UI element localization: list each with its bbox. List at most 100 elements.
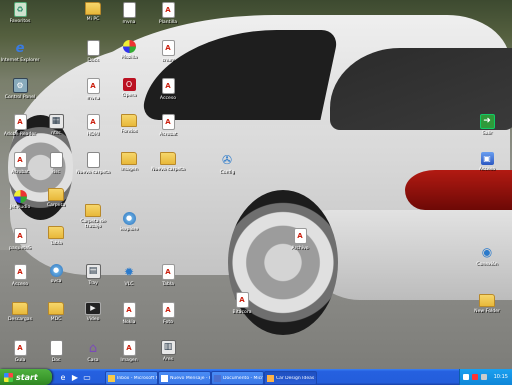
media-icon[interactable]: ▶	[70, 372, 80, 382]
globe-icon: ●	[122, 212, 136, 225]
browser-icon	[267, 374, 274, 382]
volume-icon[interactable]	[481, 374, 487, 380]
exit-arrow-icon: ➜	[479, 114, 495, 129]
desktop-icon-iexplore[interactable]: ● iexplore	[108, 212, 150, 232]
system-tray: 10:15	[459, 369, 512, 385]
desktop-icon-mvna-doc[interactable]: mvna	[108, 2, 150, 25]
recycle-icon: ♻	[13, 2, 27, 17]
pdf-icon: A	[161, 114, 175, 130]
desktop-icon-bitacora[interactable]: A Bitácora	[221, 292, 263, 315]
pdf-icon: A	[86, 78, 100, 94]
desktop-icon-mdc[interactable]: MDC	[35, 302, 77, 322]
multi-color-icon	[122, 40, 136, 53]
pdf-icon: A	[161, 78, 175, 94]
desktop-icon-tabla[interactable]: A Tabla	[147, 264, 189, 287]
desktop-icon-mozilla[interactable]: Mozilla	[108, 40, 150, 60]
desktop-icon-cnum[interactable]: Acnum	[147, 40, 189, 63]
pdf-icon: A	[13, 114, 27, 130]
desktop-icon-opera[interactable]: O Opera	[108, 78, 150, 98]
desktop-icon-ares[interactable]: ▥ Ares	[147, 340, 189, 362]
pdf-icon: A	[293, 228, 307, 244]
desktop-icon[interactable]: ▭	[82, 372, 92, 382]
desktop-icon-foto[interactable]: A Foto	[147, 302, 189, 325]
pdf-icon: A	[122, 340, 136, 356]
document-icon	[49, 340, 63, 356]
desktop-icon-conexion[interactable]: ◉ Conexión	[466, 244, 508, 267]
folder-icon	[12, 302, 28, 315]
word-icon	[214, 374, 221, 382]
media-icon	[13, 190, 27, 203]
desktop-icon-imagen-folder[interactable]: Imagen	[108, 152, 150, 172]
red-o-icon: O	[122, 78, 136, 91]
globe-icon: ●	[49, 264, 63, 277]
desktop-icon-internet-explorer[interactable]: e Internet Explorer	[0, 40, 41, 64]
gear-icon: ✇	[221, 153, 233, 167]
gear-icon: ◉	[481, 245, 493, 259]
desktop-icon-favorites[interactable]: ♻ Favoritos	[0, 2, 41, 24]
pdf-icon: A	[161, 302, 175, 318]
windows-logo-icon	[4, 372, 13, 382]
taskbar-button-outlook[interactable]: Inbox - Microsoft Out...	[105, 371, 158, 385]
pdf-icon: A	[161, 40, 175, 56]
folder-icon	[121, 114, 137, 127]
desktop-icon-ntsc[interactable]: ▦ ntsc	[35, 114, 77, 136]
application-icon: ▤	[85, 264, 101, 279]
application-icon: ▥	[160, 340, 176, 355]
folder-icon	[48, 302, 64, 315]
desktop-icon-acceso-2[interactable]: A Acceso	[147, 78, 189, 101]
folder-icon	[48, 188, 64, 201]
wallpaper-car-taillight	[405, 170, 512, 210]
desktop-icon-tabla-folder[interactable]: Tabla	[35, 226, 77, 246]
pdf-icon: A	[122, 302, 136, 318]
message-icon	[161, 374, 168, 382]
pdf-icon: A	[235, 292, 249, 308]
taskbar-button-new-message[interactable]: Nuevo Mensaje - Pos...	[158, 371, 211, 385]
control-panel-icon: ⚙	[12, 78, 28, 93]
desktop-icon-nueva-carpeta-2[interactable]: Nueva carpeta	[147, 152, 189, 172]
desktop-icon-new-folder[interactable]: New Folder	[466, 294, 508, 314]
document-icon	[49, 152, 63, 168]
pdf-icon: A	[86, 114, 100, 130]
desktop-icon-imagen[interactable]: A Imagen	[108, 340, 150, 363]
desktop-icon-config[interactable]: ✇ Config	[206, 152, 248, 175]
folder-icon	[85, 204, 101, 217]
application-icon: ▦	[48, 114, 64, 129]
desktop-icon-control-panel[interactable]: ⚙ Control Panel	[0, 78, 41, 100]
desktop-icon-archivo[interactable]: A Archivo	[279, 228, 321, 251]
folder-icon	[48, 226, 64, 239]
folder-icon	[479, 294, 495, 307]
document-icon	[86, 40, 100, 56]
clock[interactable]: 10:15	[494, 374, 508, 380]
desktop-icon-salir[interactable]: ➜ Salir	[466, 114, 508, 136]
desktop-icon-nokia[interactable]: A Nokia	[108, 302, 150, 325]
blue-monitor-icon: ▣	[480, 152, 494, 165]
video-icon: ▶	[85, 302, 101, 315]
desktop[interactable]: ♻ Favoritos e Internet Explorer ⚙ Control P…	[0, 0, 512, 369]
pdf-icon: A	[161, 2, 175, 18]
pdf-icon: A	[13, 228, 27, 244]
desktop-icon-dsc[interactable]: dsc	[35, 152, 77, 175]
start-label: start	[16, 372, 38, 382]
antivirus-icon[interactable]	[472, 374, 478, 380]
internet-explorer-icon: e	[15, 40, 25, 56]
taskbar: start e ▶ ▭ Inbox - Microsoft Out... Nue…	[0, 369, 512, 385]
house-icon: ⌂	[88, 340, 98, 356]
taskbar-button-car-design[interactable]: Car Design Ideas - ...	[264, 371, 317, 385]
desktop-icon-plantilla[interactable]: A Plantilla	[147, 2, 189, 25]
desktop-icon-fondos[interactable]: Fondos	[108, 114, 150, 134]
vlc-icon: ✹	[123, 265, 135, 279]
taskbar-button-document[interactable]: Documento - Micr...	[211, 371, 264, 385]
desktop-icon-doc[interactable]: Doc	[35, 340, 77, 363]
start-button[interactable]: start	[0, 369, 52, 385]
pdf-icon: A	[161, 264, 175, 280]
desktop-icon-acceso-monitor[interactable]: ▣ Acceso	[466, 152, 508, 172]
pdf-icon: A	[13, 152, 27, 168]
document-icon	[86, 152, 100, 168]
network-icon[interactable]	[463, 374, 469, 380]
ie-icon[interactable]: e	[58, 372, 68, 382]
desktop-icon-carpeta[interactable]: Carpeta	[35, 188, 77, 208]
desktop-icon-ovca[interactable]: ● ovca	[35, 264, 77, 284]
pdf-icon: A	[13, 340, 27, 356]
desktop-icon-acrobat-2[interactable]: A Acrobat	[147, 114, 189, 137]
desktop-icon-vlc[interactable]: ✹ VLC	[108, 264, 150, 287]
